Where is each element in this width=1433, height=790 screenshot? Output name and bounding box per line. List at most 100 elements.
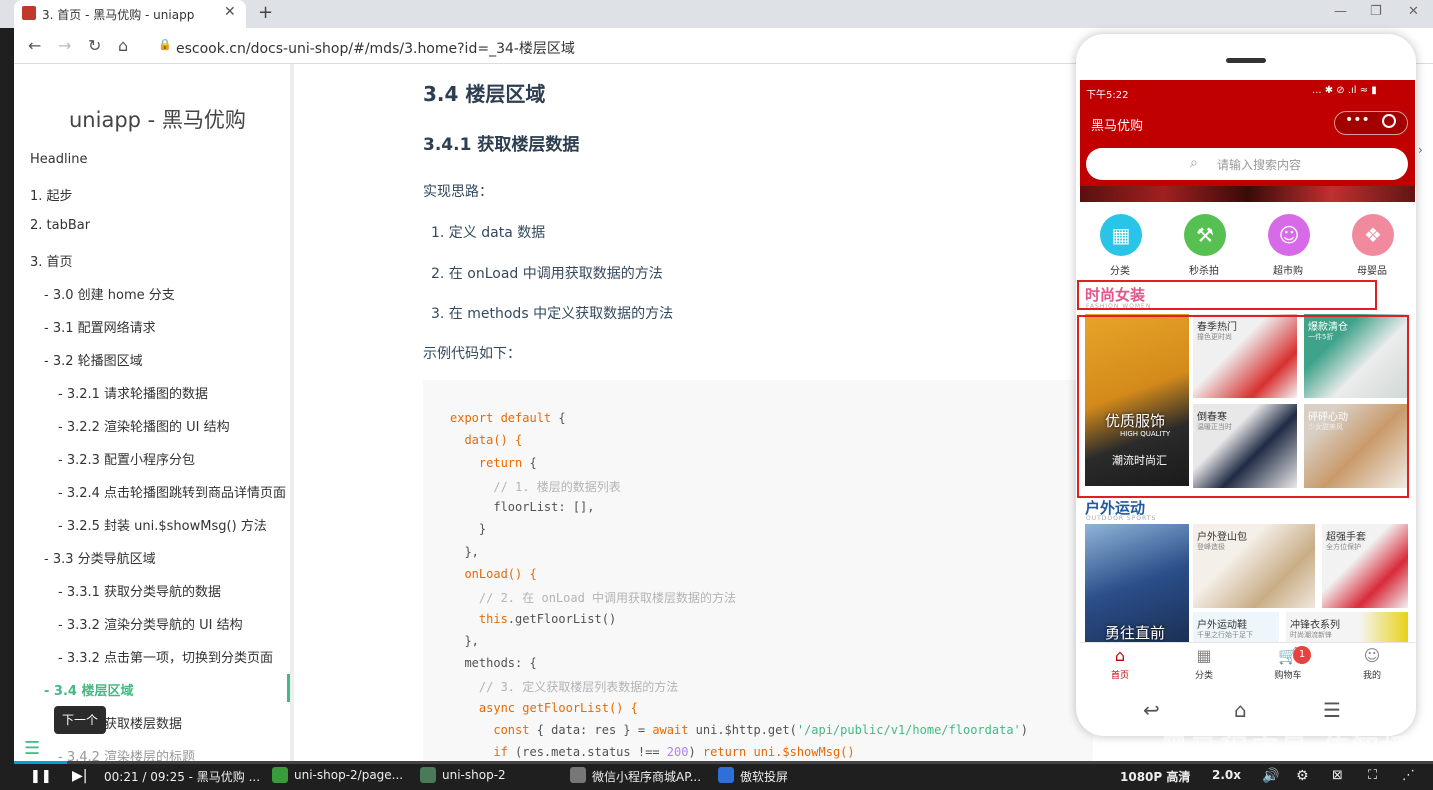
video-time: 00:21 / 09:25 - 黑马优购 ... (104, 770, 261, 784)
sidebar-divider (290, 64, 294, 762)
window-close-icon[interactable]: ✕ (1408, 4, 1419, 19)
sidebar-item-3-0[interactable]: - 3.0 创建 home 分支 (44, 284, 175, 303)
tab-close-icon[interactable]: ✕ (224, 4, 236, 20)
highlight-box-title (1077, 280, 1377, 310)
next-tooltip: 下一个 (54, 706, 106, 734)
code-line: onLoad() { (450, 567, 537, 581)
fullscreen-icon[interactable]: ⛶ (1368, 768, 1377, 788)
sidebar-item-3-3[interactable]: - 3.3 分类导航区域 (44, 548, 156, 567)
tab-my-icon[interactable]: ☺ (1352, 646, 1392, 665)
back-arrow-icon[interactable]: ← (28, 36, 41, 55)
code-line: export default { (450, 411, 566, 425)
screen-mirror-icon (718, 767, 734, 783)
code-line: methods: { (450, 656, 537, 670)
sidebar-toggle-icon[interactable]: ☰ (24, 738, 40, 759)
category-flash-icon[interactable]: ⚒ (1184, 214, 1226, 256)
tab-category-icon[interactable]: ▦ (1184, 646, 1224, 665)
home-icon[interactable]: ⌂ (118, 36, 128, 55)
url-text[interactable]: escook.cn/docs-uni-shop/#/mds/3.home?id=… (176, 38, 575, 58)
code-line: this.getFloorList() (450, 612, 617, 626)
tab-home-icon[interactable]: ⌂ (1100, 646, 1140, 665)
category-label: 秒杀拍 (1189, 266, 1219, 277)
sidebar-item-3-3-1[interactable]: - 3.3.1 获取分类导航的数据 (58, 581, 221, 600)
code-line: floorList: [], (450, 500, 595, 514)
right-arrow-icon[interactable]: › (1418, 143, 1423, 157)
sidebar-item-3-2-3[interactable]: - 3.2.3 配置小程序分包 (58, 449, 195, 468)
sidebar-item-3-2-2[interactable]: - 3.2.2 渲染轮播图的 UI 结构 (58, 416, 230, 435)
sidebar-item-3-3-2[interactable]: - 3.3.2 渲染分类导航的 UI 结构 (58, 614, 243, 633)
sidebar-item-3-3-2b[interactable]: - 3.3.2 点击第一项，切换到分类页面 (58, 647, 273, 666)
forward-arrow-icon[interactable]: → (58, 36, 71, 55)
category-label: 超市购 (1273, 266, 1303, 277)
subsection-heading: 3.4.1 获取楼层数据 (423, 135, 580, 155)
phone-nav-title: 黑马优购 (1091, 119, 1144, 134)
code-line: const { data: res } = await uni.$http.ge… (450, 723, 1029, 737)
taskbar-item[interactable]: 傲软投屏 (740, 768, 788, 788)
taskbar-item[interactable]: uni-shop-2 (442, 768, 506, 788)
lock-icon: 🔒 (158, 38, 172, 51)
typora-icon (570, 767, 586, 783)
tab-my-label[interactable]: 我的 (1352, 668, 1392, 681)
step-item: 2. 在 onLoad 中调用获取数据的方法 (431, 266, 663, 282)
status-time: 下午5:22 (1086, 90, 1129, 101)
settings-icon[interactable]: ⚙ (1296, 768, 1309, 788)
category-label: 分类 (1110, 266, 1130, 277)
window-minimize-icon[interactable]: — (1334, 4, 1347, 19)
highlight-box-images (1077, 315, 1409, 498)
code-line: // 3. 定义获取楼层列表数据的方法 (450, 680, 679, 694)
status-icons: ... ✱ ⊘ .ıl ≈ ▮ (1312, 85, 1377, 96)
taskbar-item[interactable]: uni-shop-2/page... (294, 768, 403, 788)
tab-home-label[interactable]: 首页 (1100, 668, 1140, 681)
tab-category-label[interactable]: 分类 (1184, 668, 1224, 681)
tooltip-text: 下一个 (61, 713, 98, 727)
close-circle-icon[interactable] (1382, 114, 1396, 128)
sidebar-item-tabbar[interactable]: 2. tabBar (30, 218, 90, 233)
step-item: 3. 在 methods 中定义获取数据的方法 (431, 306, 674, 322)
category-baby-icon[interactable]: ❖ (1352, 214, 1394, 256)
banner-swiper[interactable] (1080, 186, 1415, 202)
tab-cart-label[interactable]: 购物车 (1268, 668, 1308, 681)
reload-icon[interactable]: ↻ (88, 36, 101, 55)
sidebar-title[interactable]: uniapp - 黑马优购 (69, 104, 246, 134)
more-dots-icon[interactable]: ••• (1345, 112, 1370, 128)
danmaku-icon[interactable]: ⊠ (1332, 768, 1343, 788)
sidebar-item-start[interactable]: 1. 起步 (30, 185, 73, 204)
speed-button[interactable]: 2.0x (1212, 768, 1241, 788)
sidebar-item-3-2[interactable]: - 3.2 轮播图区域 (44, 350, 143, 369)
floor-subtitle: OUTDOOR SPORTS (1086, 515, 1157, 522)
category-label: 母婴品 (1357, 266, 1387, 277)
bag-icon: ☺ (1278, 223, 1300, 247)
sidebar-active-indicator (287, 674, 290, 702)
tab-title: 3. 首页 - 黑马优购 - uniapp (42, 8, 195, 22)
sidebar-item-3-2-4[interactable]: - 3.2.4 点击轮播图跳转到商品详情页面 (58, 482, 286, 501)
code-line: data() { (450, 433, 523, 447)
play-next-icon[interactable]: ▶| (72, 768, 87, 784)
cart-badge: 1 (1293, 646, 1311, 664)
sidebar-item-headline[interactable]: Headline (30, 152, 87, 167)
volume-icon[interactable]: 🔊 (1262, 768, 1279, 788)
window-maximize-icon[interactable]: ❐ (1370, 4, 1382, 19)
wechat-devtools-icon (420, 767, 436, 783)
floor-large-title: 勇往直前 (1105, 624, 1166, 642)
quality-button[interactable]: 1080P 高清 (1120, 768, 1190, 788)
code-line: }, (450, 634, 479, 648)
phone-menu-icon[interactable]: ☰ (1323, 698, 1341, 722)
category-market-icon[interactable]: ☺ (1268, 214, 1310, 256)
new-tab-button[interactable]: + (258, 2, 273, 23)
sidebar-item-3-2-1[interactable]: - 3.2.1 请求轮播图的数据 (58, 383, 208, 402)
screen-left-edge (0, 28, 14, 790)
sidebar-item-3-1[interactable]: - 3.1 配置网络请求 (44, 317, 156, 336)
category-classify-icon[interactable]: ▦ (1100, 214, 1142, 256)
taskbar-item[interactable]: 微信小程序商城AP... (592, 768, 701, 788)
sidebar-item-3-2-5[interactable]: - 3.2.5 封装 uni.$showMsg() 方法 (58, 515, 267, 534)
sidebar-item-home[interactable]: 3. 首页 (30, 251, 73, 270)
pause-icon[interactable]: ❚❚ (30, 769, 52, 784)
code-line: } (450, 522, 487, 536)
step-item: 1. 定义 data 数据 (431, 225, 546, 241)
sidebar-item-3-4-active[interactable]: - 3.4 楼层区域 (44, 680, 133, 699)
phone-home-icon[interactable]: ⌂ (1234, 698, 1247, 722)
floor-item-sub: 全方位保护 (1326, 543, 1361, 551)
floor-item-sub: 登峰造极 (1197, 543, 1225, 551)
more-icon[interactable]: ⋰ (1402, 768, 1415, 788)
phone-back-icon[interactable]: ↩ (1143, 698, 1160, 722)
